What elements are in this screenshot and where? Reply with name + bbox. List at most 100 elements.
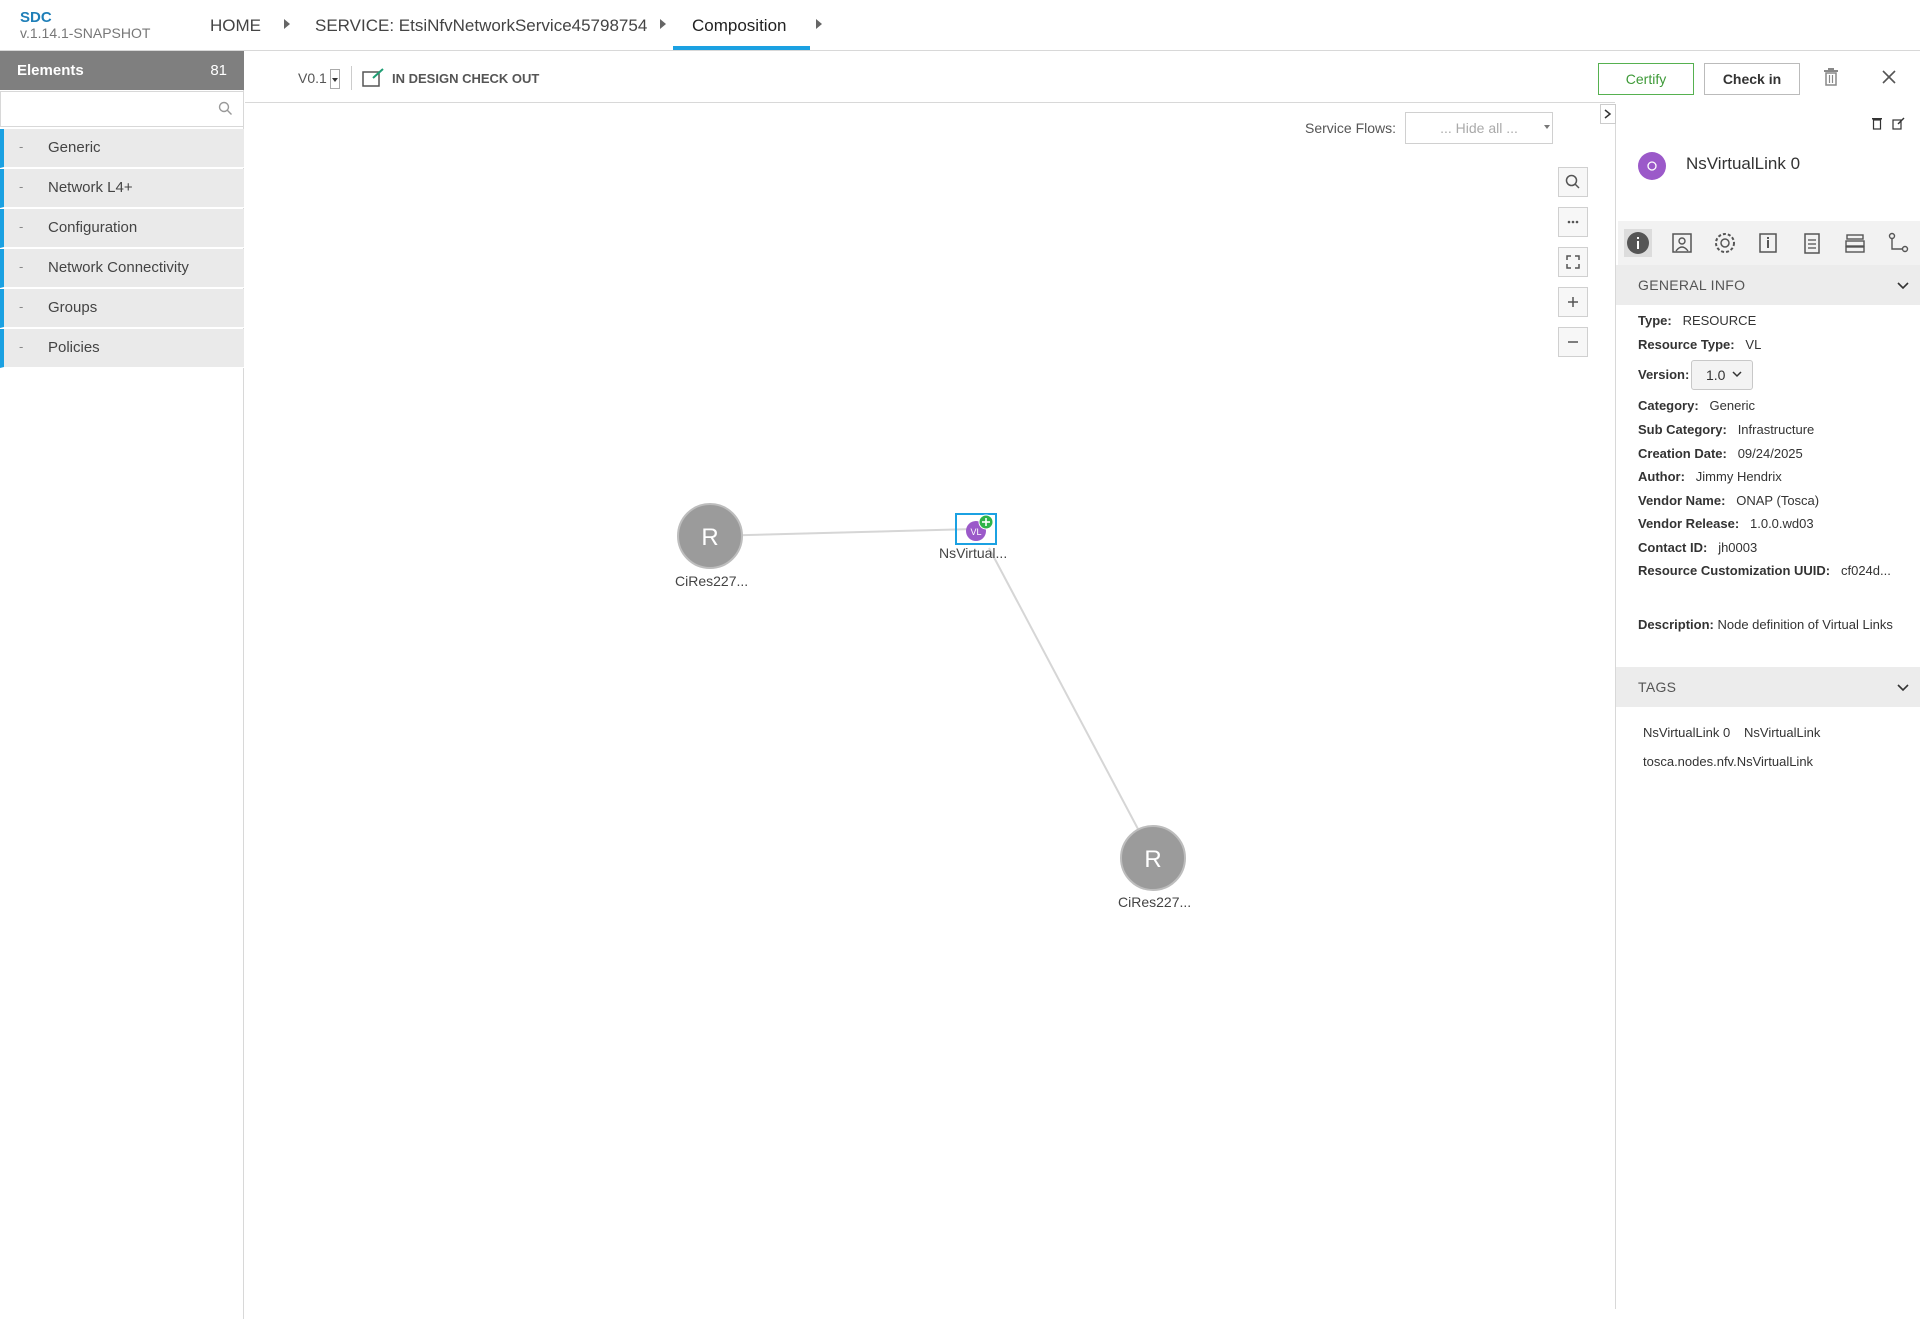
node-label: CiRes227... bbox=[675, 573, 749, 589]
collapse-dash-icon: - bbox=[19, 259, 24, 274]
panel-tab-strip bbox=[1618, 221, 1920, 265]
node-letter: R bbox=[1144, 846, 1161, 873]
breadcrumb-composition[interactable]: Composition bbox=[692, 16, 787, 36]
palette-category-label: Policies bbox=[48, 339, 100, 356]
palette-category-configuration[interactable]: - Configuration bbox=[0, 209, 244, 248]
info-description: Description: Node definition of Virtual … bbox=[1638, 615, 1903, 634]
palette-category-policies[interactable]: - Policies bbox=[0, 329, 244, 368]
collapse-panel-button[interactable] bbox=[1600, 104, 1616, 124]
palette-category-groups[interactable]: - Groups bbox=[0, 289, 244, 328]
composition-canvas[interactable]: Service Flows: ... Hide all ... R VL R C… bbox=[245, 104, 1615, 1309]
top-navigation-bar: SDC v.1.14.1-SNAPSHOT HOME SERVICE: Etsi… bbox=[0, 0, 1920, 51]
relation-link[interactable] bbox=[710, 528, 975, 537]
version-select[interactable]: 1.0 bbox=[1691, 360, 1753, 390]
trash-icon[interactable] bbox=[1823, 68, 1839, 86]
info-creation-date: Creation Date: 09/24/2025 bbox=[1638, 446, 1803, 461]
palette-category-network-l4[interactable]: - Network L4+ bbox=[0, 169, 244, 208]
edit-icon[interactable] bbox=[1892, 117, 1905, 130]
info-vendor-release: Vendor Release: 1.0.0.wd03 bbox=[1638, 516, 1814, 531]
info-value: jh0003 bbox=[1718, 540, 1758, 555]
info-key: Vendor Name: bbox=[1638, 493, 1726, 508]
info-value: VL bbox=[1745, 337, 1762, 352]
check-in-button[interactable]: Check in bbox=[1704, 63, 1800, 95]
component-name: NsVirtualLink 0 bbox=[1686, 154, 1801, 173]
breadcrumb-arrow-icon[interactable] bbox=[816, 19, 822, 29]
info-key: Sub Category: bbox=[1638, 422, 1727, 437]
node-cires-2[interactable]: R bbox=[1120, 825, 1186, 891]
info-contact-id: Contact ID: jh0003 bbox=[1638, 540, 1757, 555]
breadcrumb-home[interactable]: HOME bbox=[210, 16, 261, 36]
general-info-header[interactable]: GENERAL INFO bbox=[1616, 265, 1920, 305]
palette-category-label: Network L4+ bbox=[48, 179, 133, 196]
search-icon[interactable] bbox=[218, 101, 233, 116]
version-selector[interactable]: V0.1 bbox=[298, 70, 327, 86]
tags-header[interactable]: TAGS bbox=[1616, 667, 1920, 707]
info-key: Version: bbox=[1638, 367, 1690, 382]
info-author: Author: Jimmy Hendrix bbox=[1638, 469, 1782, 484]
relation-link[interactable] bbox=[988, 547, 1139, 830]
breadcrumb-arrow-icon[interactable] bbox=[284, 19, 290, 29]
info-value: ONAP (Tosca) bbox=[1736, 493, 1820, 508]
info-key: Category: bbox=[1638, 398, 1699, 413]
palette-category-generic[interactable]: - Generic bbox=[0, 129, 244, 168]
version-select-value: 1.0 bbox=[1706, 367, 1726, 383]
vl-component-icon bbox=[1638, 152, 1666, 180]
tab-deployment-artifacts-icon[interactable] bbox=[1668, 229, 1696, 257]
tab-information-icon[interactable] bbox=[1754, 229, 1782, 257]
toolbar-divider bbox=[351, 66, 352, 90]
info-value: Infrastructure bbox=[1737, 422, 1815, 437]
node-letter: R bbox=[701, 524, 718, 551]
tab-general-info-icon[interactable] bbox=[1624, 229, 1652, 257]
palette-header: Elements 81 bbox=[0, 51, 244, 90]
close-icon[interactable] bbox=[1882, 70, 1896, 84]
palette-category-label: Network Connectivity bbox=[48, 259, 189, 276]
section-title: TAGS bbox=[1638, 679, 1677, 695]
palette-category-label: Generic bbox=[48, 139, 101, 156]
info-key: Type: bbox=[1638, 313, 1672, 328]
tag-item: NsVirtualLink bbox=[1744, 725, 1821, 740]
info-key: Vendor Release: bbox=[1638, 516, 1740, 531]
info-key: Description: bbox=[1638, 617, 1714, 632]
lifecycle-status: IN DESIGN CHECK OUT bbox=[392, 71, 540, 86]
info-key: Resource Customization UUID: bbox=[1638, 563, 1831, 578]
chevron-down-icon bbox=[1732, 371, 1742, 378]
node-cires-1[interactable]: R bbox=[677, 503, 743, 569]
section-title: GENERAL INFO bbox=[1638, 277, 1746, 293]
breadcrumb-service[interactable]: SERVICE: EtsiNfvNetworkService45798754 bbox=[315, 16, 647, 36]
info-key: Creation Date: bbox=[1638, 446, 1727, 461]
tab-composition-stack-icon[interactable] bbox=[1841, 229, 1869, 257]
node-letter: VL bbox=[970, 527, 981, 537]
node-label: NsVirtual... bbox=[939, 545, 1008, 561]
version-dropdown-toggle[interactable] bbox=[330, 69, 340, 89]
info-category: Category: Generic bbox=[1638, 398, 1755, 413]
breadcrumb-arrow-icon[interactable] bbox=[660, 19, 666, 29]
info-customization-uuid: Resource Customization UUID: cf024d... bbox=[1638, 563, 1891, 578]
app-logo-name[interactable]: SDC bbox=[20, 9, 52, 26]
collapse-dash-icon: - bbox=[19, 299, 24, 314]
tab-api-clipboard-icon[interactable] bbox=[1798, 229, 1826, 257]
info-vendor-name: Vendor Name: ONAP (Tosca) bbox=[1638, 493, 1819, 508]
info-resource-type: Resource Type: VL bbox=[1638, 337, 1761, 352]
properties-panel: NsVirtualLink 0 GENERAL INFO Type: RESOU… bbox=[1600, 104, 1920, 1309]
active-tab-indicator bbox=[673, 46, 810, 50]
info-value: Generic bbox=[1709, 398, 1756, 413]
info-value: Node definition of Virtual Links bbox=[1717, 617, 1893, 632]
collapse-dash-icon: - bbox=[19, 139, 24, 154]
composition-graph: R VL R bbox=[677, 503, 1186, 891]
palette-category-label: Configuration bbox=[48, 219, 138, 236]
tab-relations-icon[interactable] bbox=[1884, 229, 1912, 257]
chevron-down-icon bbox=[1897, 684, 1909, 692]
canvas-toolbar: V0.1 IN DESIGN CHECK OUT Certify Check i… bbox=[245, 51, 1896, 103]
certify-button[interactable]: Certify bbox=[1598, 63, 1694, 95]
palette-search-input[interactable] bbox=[0, 91, 244, 127]
collapse-dash-icon: - bbox=[19, 339, 24, 354]
info-sub-category: Sub Category: Infrastructure bbox=[1638, 422, 1814, 437]
palette-category-network-connectivity[interactable]: - Network Connectivity bbox=[0, 249, 244, 288]
trash-icon[interactable] bbox=[1871, 117, 1883, 130]
info-version: Version: bbox=[1638, 367, 1689, 382]
tab-properties-gear-icon[interactable] bbox=[1711, 229, 1739, 257]
chevron-down-icon bbox=[1897, 282, 1909, 290]
checkout-edit-icon bbox=[362, 68, 384, 87]
chevron-right-icon bbox=[1604, 109, 1612, 119]
info-key: Author: bbox=[1638, 469, 1685, 484]
